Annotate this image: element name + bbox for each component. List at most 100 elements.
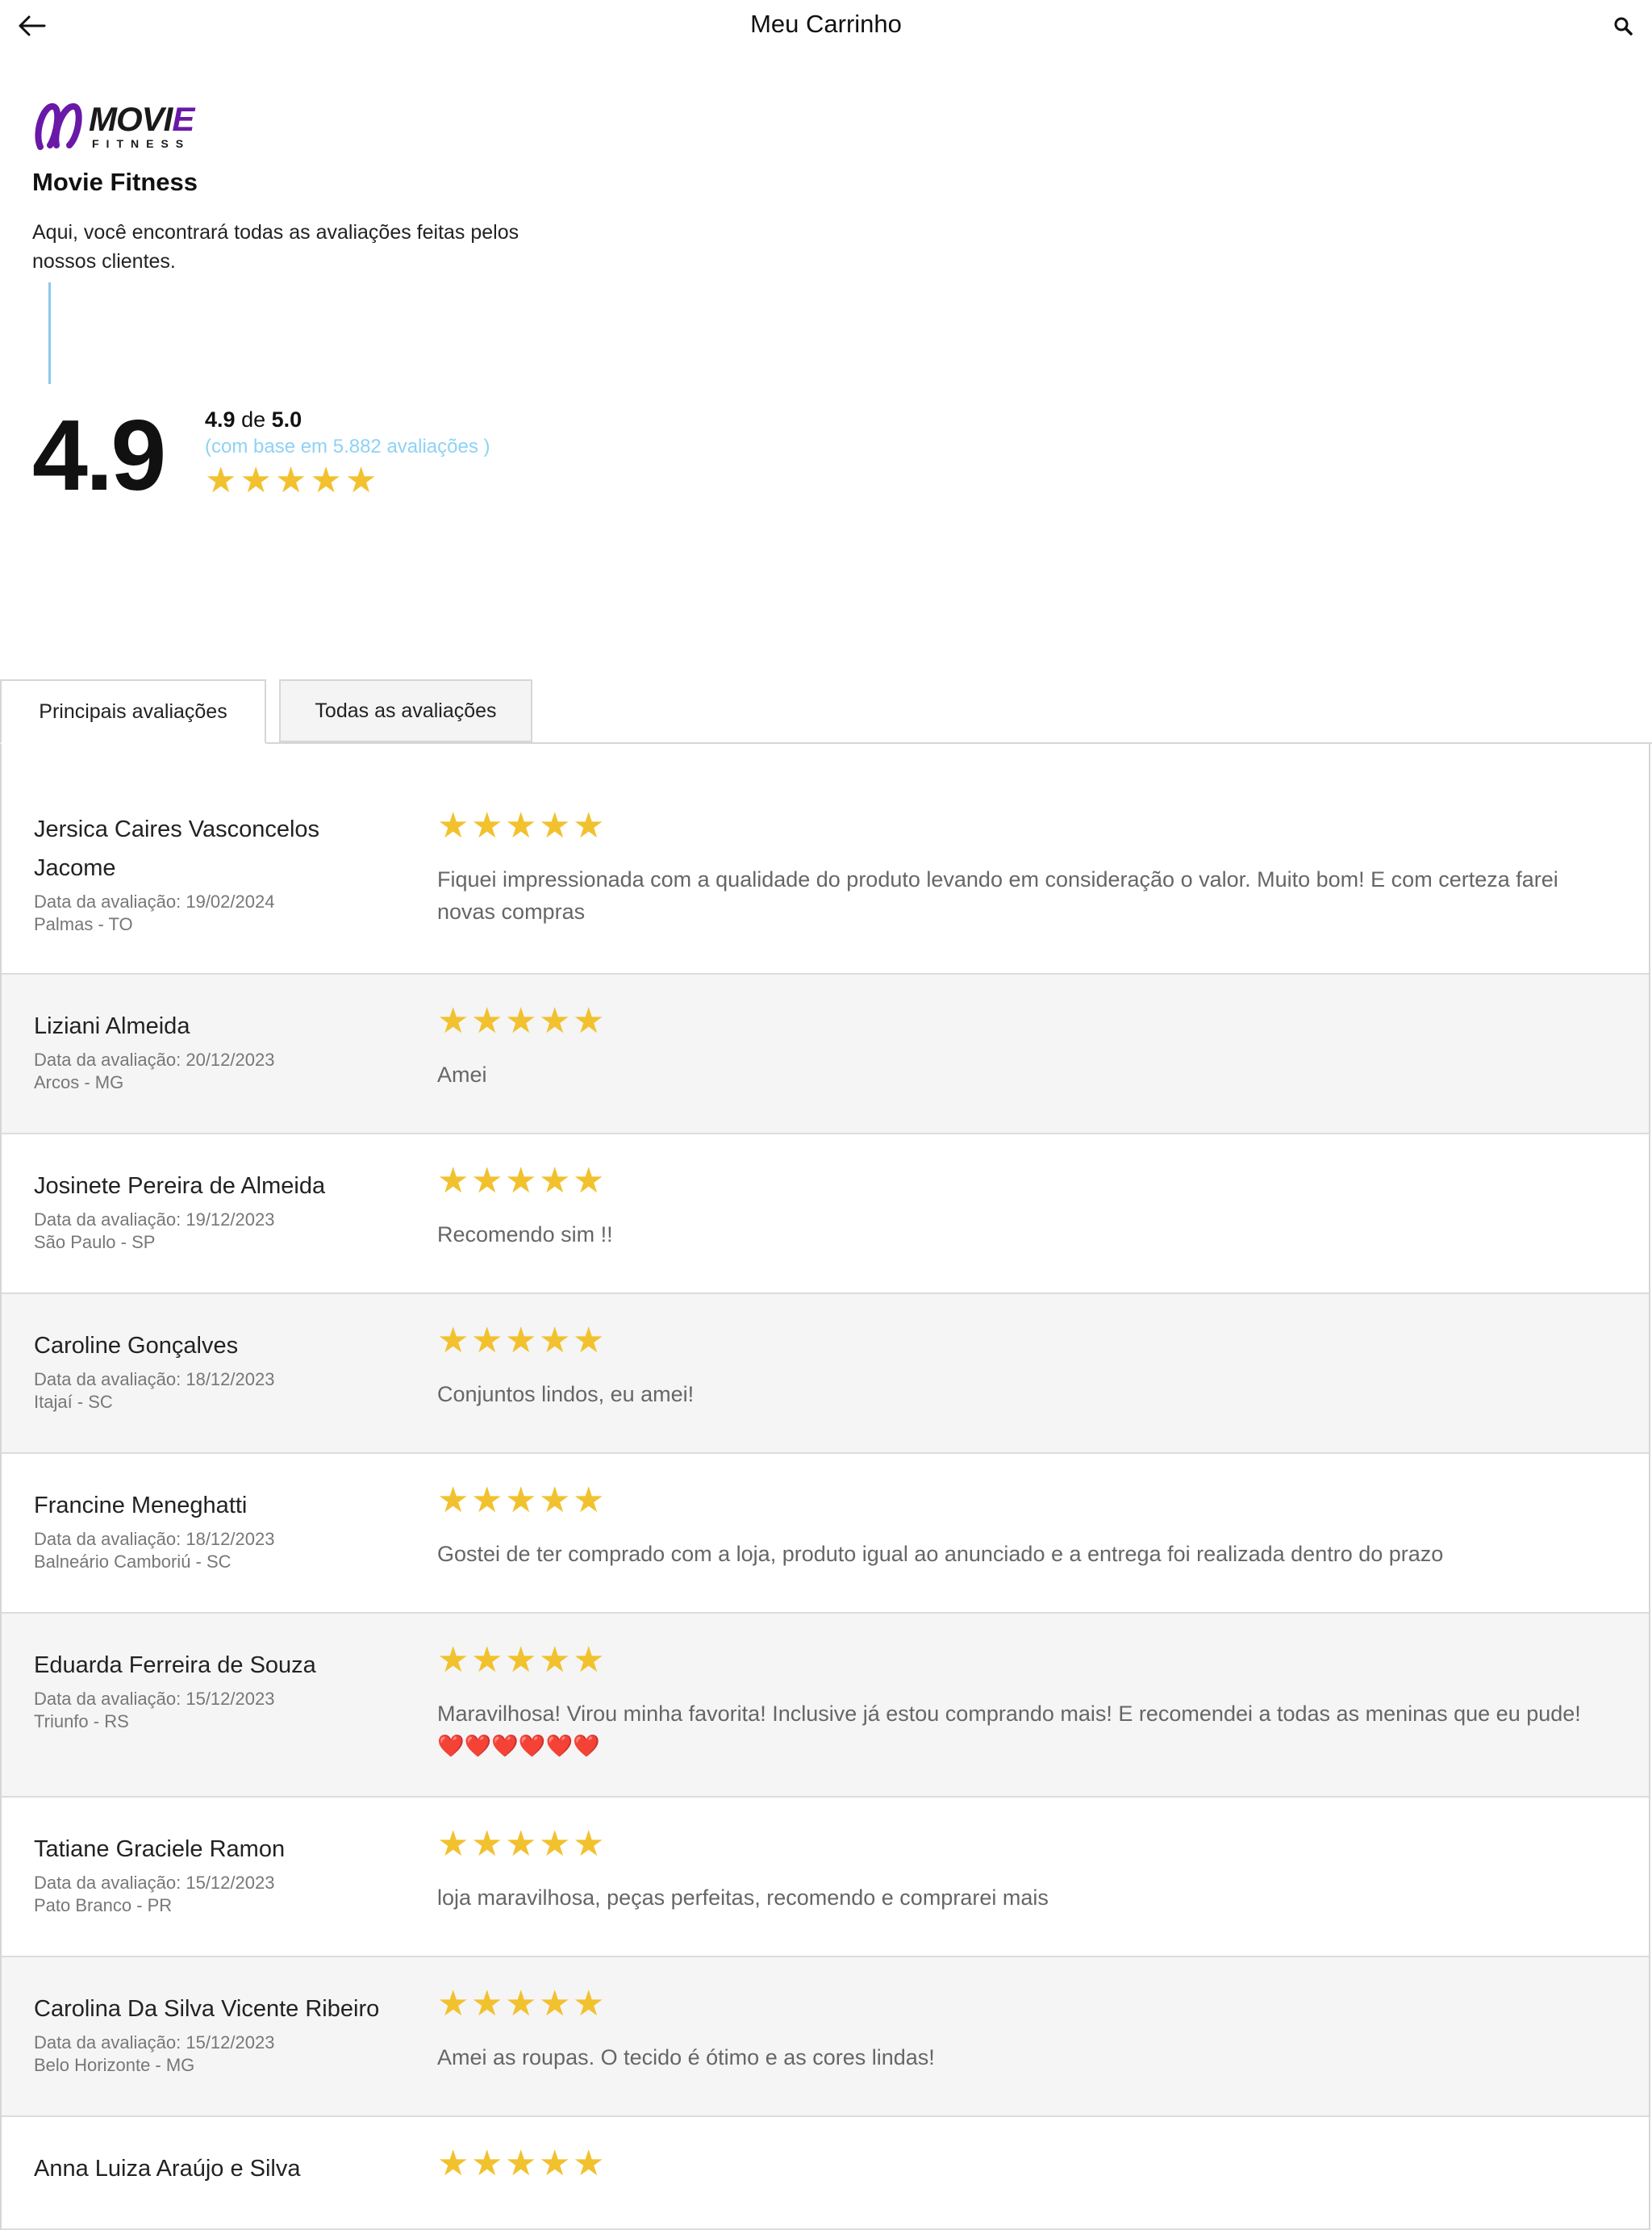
star-icon: ★ xyxy=(471,805,503,846)
star-icon: ★ xyxy=(539,1000,571,1042)
review-text: loja maravilhosa, peças perfeitas, recom… xyxy=(437,1885,1049,1910)
store-header: MOVIE FITNESS Movie Fitness Aqui, você e… xyxy=(32,100,613,276)
star-icon: ★ xyxy=(437,1320,469,1361)
review-location: Triunfo - RS xyxy=(34,1711,129,1731)
review-date: Data da avaliação: 15/12/2023 xyxy=(34,1873,275,1893)
review-date: Data da avaliação: 15/12/2023 xyxy=(34,2032,275,2053)
review-row: Caroline Gonçalves Data da avaliação: 18/… xyxy=(2,1294,1649,1454)
review-location: Balneário Camboriú - SC xyxy=(34,1551,232,1572)
star-icon: ★ xyxy=(539,2143,571,2184)
review-content: ★ ★ ★ ★ ★ xyxy=(437,2146,1608,2182)
reviewer-info: Anna Luiza Araújo e Silva xyxy=(34,2149,413,2188)
review-location: Itajaí - SC xyxy=(34,1392,113,1412)
star-icon: ★ xyxy=(505,1983,537,2024)
logo-subtitle: FITNESS xyxy=(92,137,191,150)
star-icon: ★ xyxy=(437,1000,469,1042)
star-icon: ★ xyxy=(205,460,237,501)
review-stars: ★ ★ ★ ★ ★ xyxy=(437,1323,1608,1359)
logo-wordmark: MOVIE xyxy=(89,100,194,138)
search-icon xyxy=(1614,17,1633,35)
review-content: ★ ★ ★ ★ ★ Conjuntos lindos, eu amei! xyxy=(437,1323,1608,1410)
star-icon: ★ xyxy=(310,460,342,501)
review-content: ★ ★ ★ ★ ★ Maravilhosa! Virou minha favorita! … xyxy=(437,1643,1608,1762)
review-text: Maravilhosa! Virou minha favorita! Inclu… xyxy=(437,1702,1581,1758)
review-content: ★ ★ ★ ★ ★ Amei as roupas. O tecido é ótimo e … xyxy=(437,1986,1608,2073)
reviewer-name: Carolina Da Silva Vicente Ribeiro xyxy=(34,1996,380,2022)
star-icon: ★ xyxy=(573,1320,605,1361)
review-stars: ★ ★ ★ ★ ★ xyxy=(437,2146,1608,2182)
review-row: Francine Meneghatti Data da avaliação: 18… xyxy=(2,1454,1649,1614)
review-content: ★ ★ ★ ★ ★ Gostei de ter comprado com a loja, … xyxy=(437,1483,1608,1570)
review-text: Conjuntos lindos, eu amei! xyxy=(437,1382,695,1406)
review-row: Josinete Pereira de Almeida Data da avali… xyxy=(2,1134,1649,1294)
top-bar: Meu Carrinho xyxy=(0,0,1652,52)
reviewer-name: Liziani Almeida xyxy=(34,1013,190,1039)
review-count-text: (com base em 5.882 avaliações ) xyxy=(205,436,490,457)
star-icon: ★ xyxy=(437,2143,469,2184)
star-icon: ★ xyxy=(505,1639,537,1681)
accent-divider xyxy=(48,282,51,384)
review-date: Data da avaliação: 19/12/2023 xyxy=(34,1209,275,1230)
star-icon: ★ xyxy=(471,1000,503,1042)
star-icon: ★ xyxy=(505,1000,537,1042)
star-icon: ★ xyxy=(505,1823,537,1865)
review-text: Gostei de ter comprado com a loja, produ… xyxy=(437,1542,1444,1566)
review-stars: ★ ★ ★ ★ ★ xyxy=(437,1643,1608,1678)
reviewer-name: Jersica Caires Vasconcelos Jacome xyxy=(34,816,320,881)
star-icon: ★ xyxy=(539,805,571,846)
review-stars: ★ ★ ★ ★ ★ xyxy=(437,1827,1608,1862)
star-icon: ★ xyxy=(471,1160,503,1201)
reviewer-info: Josinete Pereira de Almeida Data da avali… xyxy=(34,1167,413,1254)
star-icon: ★ xyxy=(274,460,307,501)
tab-todas[interactable]: Todas as avaliações xyxy=(279,679,532,742)
star-icon: ★ xyxy=(539,1983,571,2024)
star-icon: ★ xyxy=(539,1823,571,1865)
star-icon: ★ xyxy=(573,1983,605,2024)
infinity-logo-icon xyxy=(35,103,82,150)
review-content: ★ ★ ★ ★ ★ Fiquei impressionada com a qualidad… xyxy=(437,808,1608,928)
page-title: Meu Carrinho xyxy=(750,10,902,38)
star-icon: ★ xyxy=(471,1639,503,1681)
review-location: Pato Branco - PR xyxy=(34,1895,173,1915)
review-stars: ★ ★ ★ ★ ★ xyxy=(437,1483,1608,1518)
star-icon: ★ xyxy=(437,805,469,846)
star-icon: ★ xyxy=(505,805,537,846)
average-score: 4.9 xyxy=(32,400,166,512)
star-icon: ★ xyxy=(539,1639,571,1681)
review-content: ★ ★ ★ ★ ★ Amei xyxy=(437,1004,1608,1091)
review-row: Carolina Da Silva Vicente Ribeiro Data da… xyxy=(2,1957,1649,2117)
review-tabs: Principais avaliações Todas as avaliaçõe… xyxy=(0,679,1652,744)
star-icon: ★ xyxy=(437,1639,469,1681)
star-icon: ★ xyxy=(471,1320,503,1361)
star-icon: ★ xyxy=(240,460,272,501)
review-date: Data da avaliação: 18/12/2023 xyxy=(34,1369,275,1389)
reviewer-name: Josinete Pereira de Almeida xyxy=(34,1173,326,1199)
star-icon: ★ xyxy=(505,1480,537,1521)
logo-text: MOVIE FITNESS xyxy=(89,100,194,150)
reviewer-name: Eduarda Ferreira de Souza xyxy=(34,1652,316,1678)
review-content: ★ ★ ★ ★ ★ loja maravilhosa, peças perfeitas, … xyxy=(437,1827,1608,1914)
review-stars: ★ ★ ★ ★ ★ xyxy=(437,1163,1608,1199)
tab-principais[interactable]: Principais avaliações xyxy=(0,679,266,744)
star-icon: ★ xyxy=(573,1823,605,1865)
review-list: Jersica Caires Vasconcelos Jacome Data da… xyxy=(0,744,1650,2230)
review-text: Amei as roupas. O tecido é ótimo e as co… xyxy=(437,2045,935,2069)
reviewer-name: Francine Meneghatti xyxy=(34,1493,248,1518)
review-stars: ★ ★ ★ ★ ★ xyxy=(437,1986,1608,2022)
review-date: Data da avaliação: 18/12/2023 xyxy=(34,1529,275,1549)
star-icon: ★ xyxy=(573,1480,605,1521)
star-icon: ★ xyxy=(573,1160,605,1201)
review-stars: ★ ★ ★ ★ ★ xyxy=(437,808,1608,844)
store-name: Movie Fitness xyxy=(32,168,198,196)
search-button[interactable] xyxy=(1608,11,1637,40)
store-description: Aqui, você encontrará todas as avaliaçõe… xyxy=(32,221,519,273)
star-icon: ★ xyxy=(539,1480,571,1521)
summary-stars: ★ ★ ★ ★ ★ xyxy=(205,463,657,499)
star-icon: ★ xyxy=(437,1823,469,1865)
star-icon: ★ xyxy=(437,1480,469,1521)
star-icon: ★ xyxy=(573,805,605,846)
star-icon: ★ xyxy=(437,1983,469,2024)
star-icon: ★ xyxy=(505,1160,537,1201)
star-icon: ★ xyxy=(573,1639,605,1681)
reviewer-info: Tatiane Graciele Ramon Data da avaliação:… xyxy=(34,1830,413,1917)
